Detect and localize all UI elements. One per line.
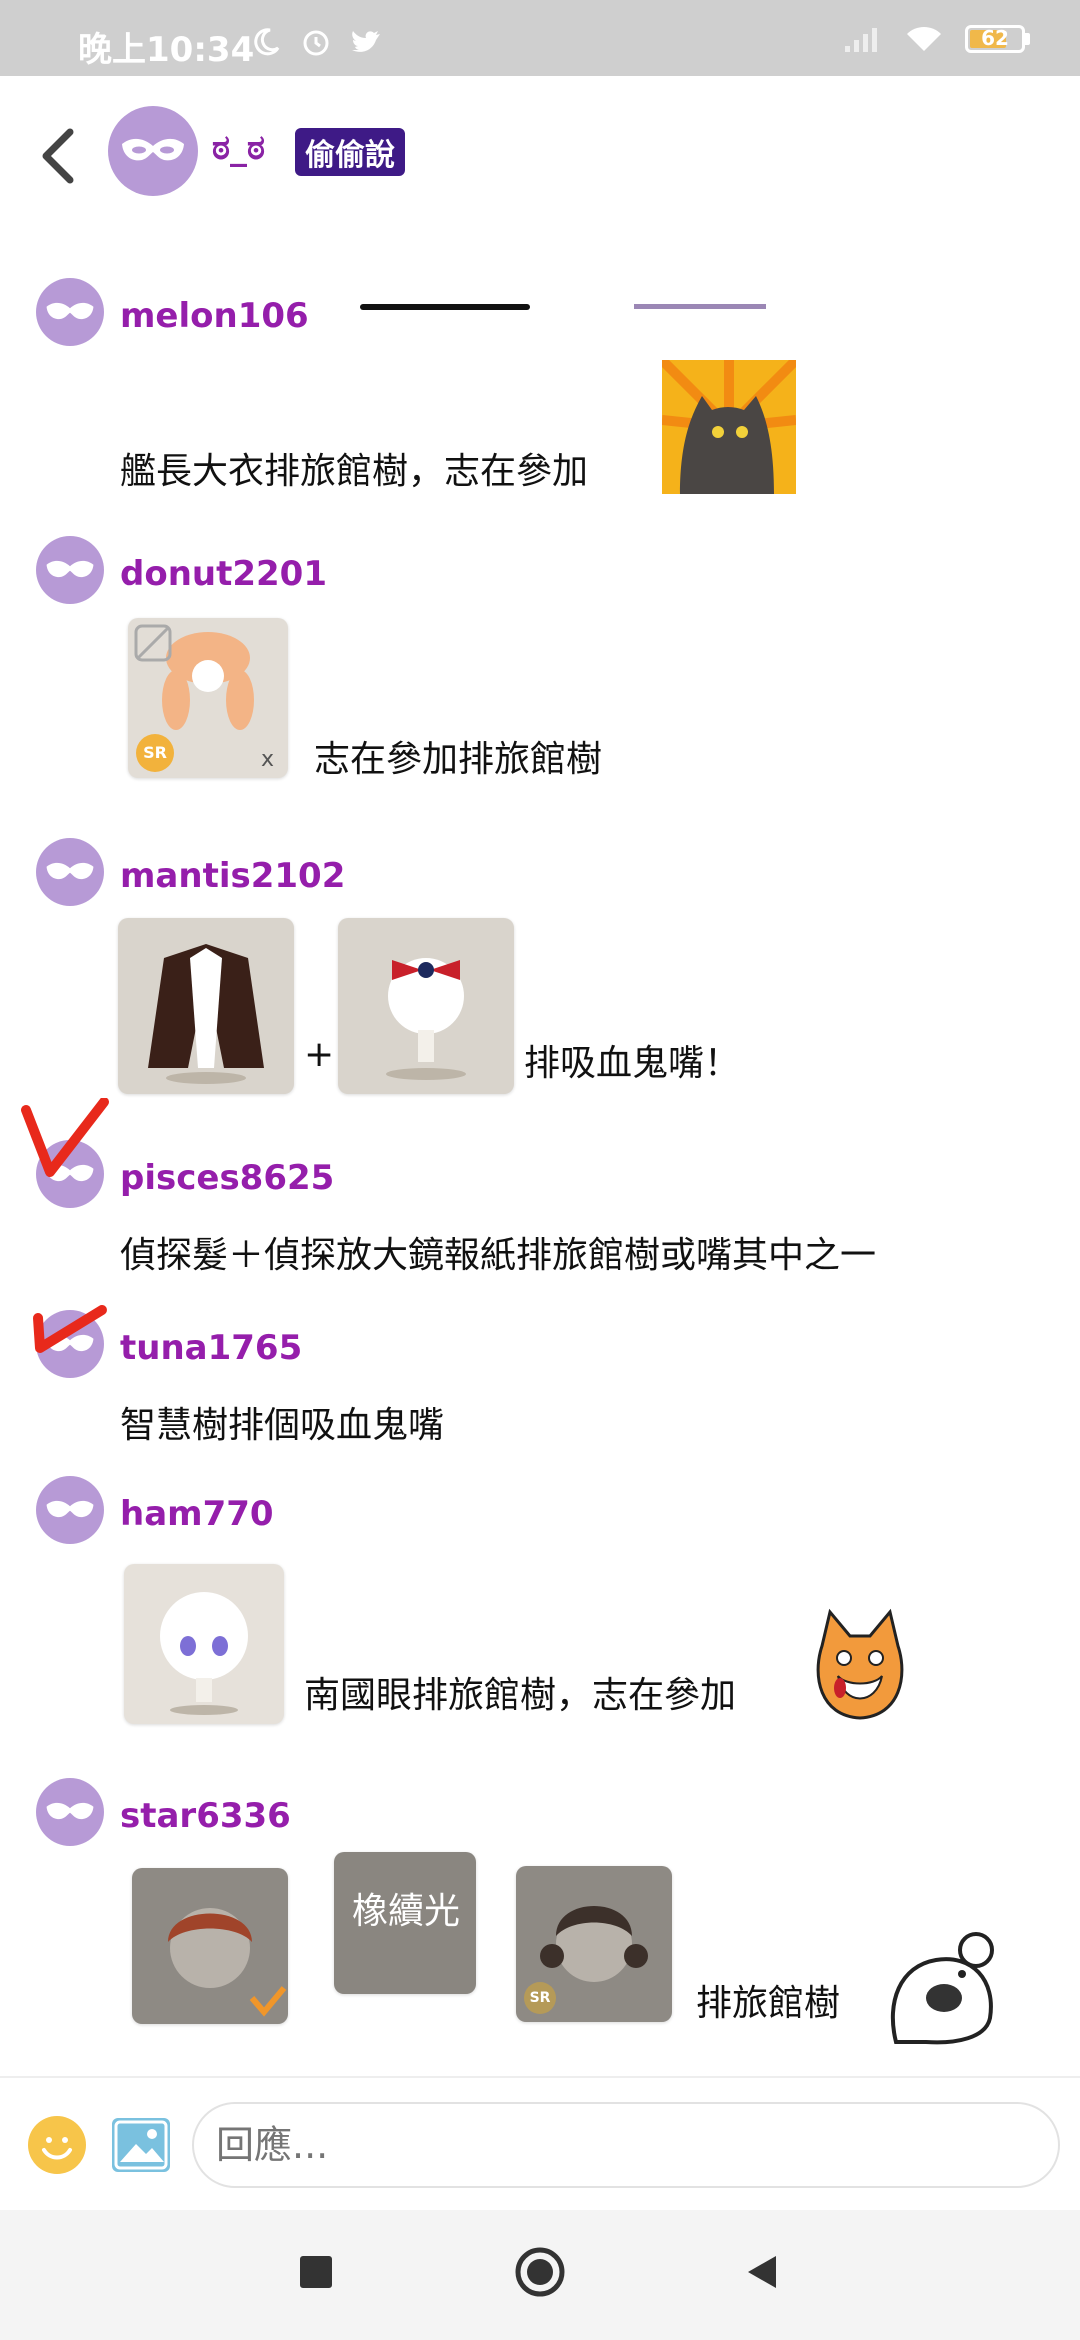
username[interactable]: pisces8625 [120,1158,334,1198]
triangle-back-icon[interactable] [742,2252,782,2292]
item-thumbnail[interactable]: 橡續光 [334,1852,476,1994]
status-time: 晚上10:34 [78,30,255,70]
moon-icon [254,28,280,56]
rarity-badge: SR [524,1982,556,2014]
username[interactable]: donut2201 [120,554,327,594]
smiley-icon [42,2137,72,2160]
item-thumbnail[interactable]: SR x [128,618,288,778]
username[interactable]: star6336 [120,1796,291,1836]
message-feed[interactable]: melon106 艦長大衣排旅館樹，志在參加 donut2201 SR x 志在… [0,236,1080,2076]
image-button[interactable] [112,2118,170,2172]
message-text: 智慧樹排個吸血鬼嘴 [120,1405,445,1446]
image-icon [114,2120,168,2170]
avatar[interactable] [36,1778,104,1846]
username[interactable]: mantis2102 [120,856,345,896]
mask-icon [46,302,94,320]
mask-icon [46,1802,94,1820]
alarm-icon [303,30,329,56]
checkmark-annotation [21,1098,109,1177]
fox-sticker [816,1608,904,1720]
avatar[interactable] [36,838,104,906]
chat-badge: 偷偷說 [295,128,405,176]
message-text: 志在參加排旅館樹 [314,739,603,780]
back-button[interactable] [30,116,90,196]
chat-title: ಠ_ಠ [212,128,265,168]
avatar[interactable] [36,278,104,346]
rarity-badge: SR [136,734,174,772]
signal-icon [845,28,877,52]
reply-input[interactable] [192,2102,1060,2188]
emoji-button[interactable] [28,2116,86,2174]
twitter-icon [352,31,380,52]
message-text: 南國眼排旅館樹，志在參加 [304,1675,737,1716]
avatar[interactable] [36,1476,104,1544]
reply-composer [0,2076,1080,2212]
bow-item-image [386,958,466,1080]
wifi-icon [907,26,941,51]
avatar[interactable] [36,536,104,604]
chat-header: ಠ_ಠ 偷偷說 [0,76,1080,310]
mask-icon [46,1500,94,1518]
item-thumbnail[interactable]: SR [516,1866,672,2022]
checkmark-annotation [33,1305,107,1353]
username[interactable]: ham770 [120,1494,274,1534]
username[interactable]: melon106 [120,296,309,336]
item-thumbnail[interactable] [124,1564,284,1724]
avatar[interactable] [108,106,198,196]
hat-item-image [168,1908,287,2017]
circle-icon[interactable] [514,2246,566,2298]
username[interactable]: tuna1765 [120,1328,302,1368]
message-text: 偵探髮＋偵探放大鏡報紙排旅館樹或嘴其中之一 [120,1235,877,1276]
message-text: 艦長大衣排旅館樹，志在參加 [120,451,589,492]
mask-icon [46,862,94,880]
plus-separator: + [304,1034,335,1075]
cat-sticker [662,360,796,494]
coat-item-image [148,944,264,1084]
item-thumbnail[interactable] [338,918,514,1094]
item-mark: x [260,747,274,772]
mask-icon [122,138,184,161]
item-thumbnail[interactable] [132,1868,288,2024]
system-navbar [0,2210,1080,2340]
square-icon[interactable] [296,2252,336,2292]
battery-level: 62 [981,26,1009,50]
eyes-item-image [160,1592,248,1715]
item-label: 橡續光 [352,1891,461,1932]
message-text: 排吸血鬼嘴！ [524,1043,741,1084]
rat-sticker [890,1932,994,2045]
chevron-left-icon [42,128,74,184]
mask-icon [46,560,94,578]
message-text: 排旅館樹 [696,1983,841,2024]
item-thumbnail[interactable] [118,918,294,1094]
battery-icon: 62 [965,25,1025,53]
status-bar: 晚上10:34 62 [0,0,1080,76]
